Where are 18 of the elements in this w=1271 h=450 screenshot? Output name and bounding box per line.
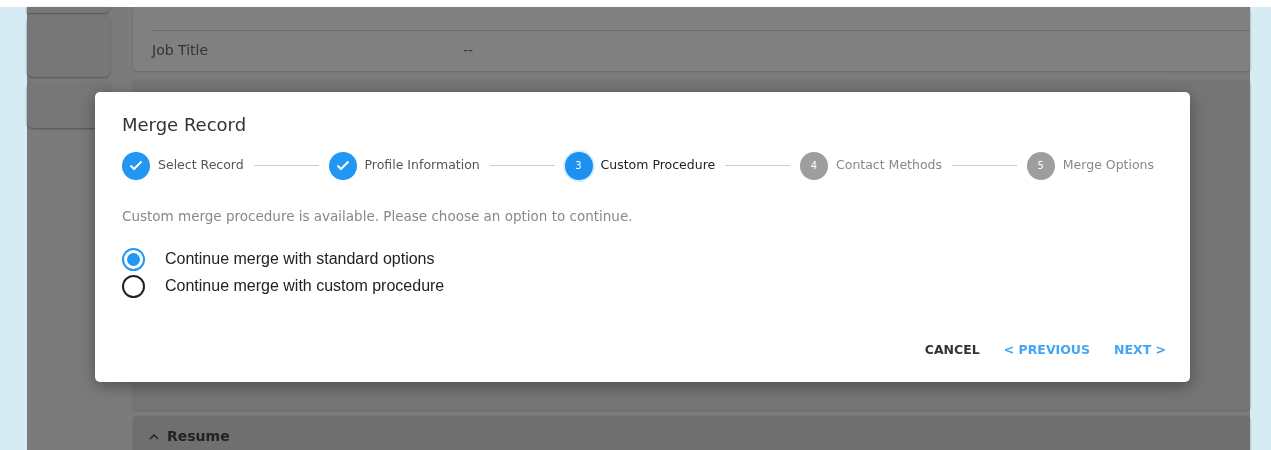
step-label: Contact Methods <box>836 156 942 175</box>
cancel-button[interactable]: CANCEL <box>920 337 984 364</box>
step-number: 4 <box>800 151 828 180</box>
field-value: -- <box>463 41 474 60</box>
step-number: 5 <box>1026 151 1055 180</box>
chevron-up-icon[interactable] <box>149 432 159 440</box>
field-label: Job Title <box>152 41 210 60</box>
option-label[interactable]: Continue merge with standard options <box>165 247 435 272</box>
step-label: Select Record <box>158 156 244 175</box>
dialog-title: Merge Record <box>122 114 248 136</box>
step-number: 3 <box>564 151 593 180</box>
radio-button[interactable] <box>122 247 145 271</box>
step-label: Merge Options <box>1062 156 1155 175</box>
radio-button[interactable] <box>122 274 145 298</box>
instruction-text: Custom merge procedure is available. Please choose an option to continue. <box>122 206 634 226</box>
step-label: Profile Information <box>364 156 480 175</box>
option-label[interactable]: Continue merge with custom procedure <box>165 274 445 299</box>
step-label: Custom Procedure <box>600 156 716 175</box>
